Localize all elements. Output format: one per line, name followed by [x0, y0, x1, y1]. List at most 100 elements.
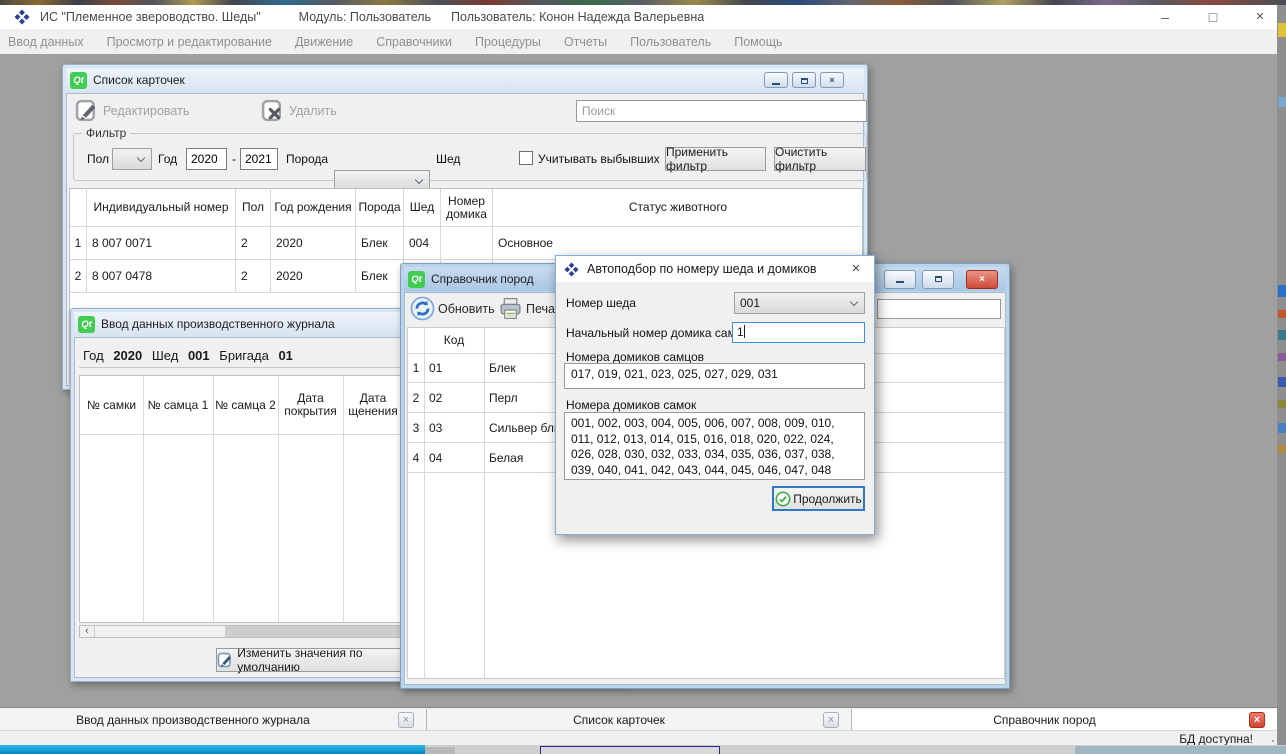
col-header-house[interactable]: Номер домика	[441, 189, 493, 226]
scroll-left-icon[interactable]: ‹	[80, 626, 94, 637]
journal-year-label: Год	[83, 348, 104, 363]
col-header-whelp-date[interactable]: Дата щенения	[343, 376, 403, 434]
menu-view-edit[interactable]: Просмотр и редактирование	[99, 35, 280, 49]
tab-journal[interactable]: Ввод данных производственного журнала ×	[0, 709, 427, 731]
qt-icon: Qt	[78, 316, 95, 333]
include-retired-checkbox[interactable]	[519, 151, 533, 165]
app-maximize-button[interactable]: □	[1198, 5, 1228, 29]
year-dash: -	[232, 152, 236, 166]
menu-directories[interactable]: Справочники	[368, 35, 460, 49]
menu-movement[interactable]: Движение	[287, 35, 361, 49]
shed-label: Шед	[436, 152, 460, 166]
db-status-text: БД доступна!	[1179, 732, 1253, 746]
chevron-down-icon	[850, 298, 858, 306]
dialog-body: Номер шеда 001 Начальный номер домика са…	[556, 282, 874, 534]
journal-year-value: 2020	[113, 348, 142, 363]
female-houses-box[interactable]: 001, 002, 003, 004, 005, 006, 007, 008, …	[564, 412, 865, 480]
change-defaults-button[interactable]: Изменить значения по умолчанию	[216, 648, 422, 672]
menubar: Ввод данных Просмотр и редактирование Дв…	[0, 29, 1277, 54]
card-list-close-button[interactable]: ×	[820, 72, 844, 88]
sex-label: Пол	[87, 152, 109, 166]
menu-procedures[interactable]: Процедуры	[467, 35, 549, 49]
journal-brigade-value: 01	[278, 348, 292, 363]
male-houses-box[interactable]: 017, 019, 021, 023, 025, 027, 029, 031	[564, 363, 865, 389]
breeds-close-button[interactable]: ×	[966, 270, 998, 289]
desktop-edge-right	[1277, 5, 1286, 745]
card-list-minimize-button[interactable]	[764, 72, 788, 88]
year-to-input[interactable]	[240, 148, 278, 170]
year-label: Год	[158, 152, 177, 166]
card-list-title: Список карточек	[93, 73, 185, 87]
col-header-cover-date[interactable]: Дата покрытия	[278, 376, 343, 434]
chevron-down-icon	[137, 154, 145, 162]
apply-filter-button[interactable]: Применить фильтр	[665, 147, 766, 171]
app-module-label: Модуль: Пользователь	[299, 10, 431, 24]
app-minimize-button[interactable]: –	[1150, 5, 1180, 29]
delete-button[interactable]: Удалить	[289, 104, 337, 118]
resize-grip[interactable]	[1272, 740, 1274, 742]
delete-icon	[261, 98, 286, 123]
clear-filter-button[interactable]: Очистить фильтр	[774, 147, 866, 171]
autopick-dialog: Автоподбор по номеру шеда и домиков × Но…	[555, 255, 875, 535]
refresh-button[interactable]: Обновить	[438, 302, 495, 316]
card-list-search-input[interactable]	[576, 100, 867, 122]
start-house-input[interactable]: 1	[732, 322, 865, 343]
tab-close-icon[interactable]: ×	[823, 712, 839, 728]
col-header-shed[interactable]: Шед	[404, 189, 441, 226]
col-header-male2[interactable]: № самца 2	[213, 376, 278, 434]
female-houses-label: Номера домиков самок	[566, 398, 696, 412]
col-header-status[interactable]: Статус животного	[493, 189, 863, 226]
breeds-restore-button[interactable]	[922, 270, 954, 289]
breeds-search-input[interactable]	[877, 299, 1001, 319]
taskbar-fragment	[0, 745, 425, 754]
year-from-input[interactable]	[186, 148, 227, 170]
dialog-title: Автоподбор по номеру шеда и домиков	[587, 262, 817, 276]
journal-shed-label: Шед	[152, 348, 178, 363]
menu-user[interactable]: Пользователь	[622, 35, 719, 49]
tab-close-icon[interactable]: ×	[1249, 712, 1265, 728]
menu-data-entry[interactable]: Ввод данных	[0, 35, 92, 49]
table-header-row: Индивидуальный номер Пол Год рождения По…	[70, 189, 862, 227]
col-header-code[interactable]: Код	[424, 328, 484, 353]
filter-legend: Фильтр	[82, 126, 130, 140]
scrollbar-thumb[interactable]	[95, 626, 225, 637]
breeds-title: Справочник пород	[431, 272, 534, 286]
shed-number-combo[interactable]: 001	[734, 292, 865, 314]
col-header-sex[interactable]: Пол	[236, 189, 271, 226]
edit-button[interactable]: Редактировать	[103, 104, 189, 118]
continue-button[interactable]: Продолжить	[772, 486, 865, 511]
tab-card-list[interactable]: Список карточек ×	[427, 709, 852, 731]
desktop-edge-bottom	[0, 745, 1286, 754]
app-title: ИС "Племенное звероводство. Шеды"	[40, 10, 261, 24]
col-header-breed[interactable]: Порода	[356, 189, 404, 226]
tab-breeds[interactable]: Справочник пород ×	[852, 709, 1277, 731]
statusbar: БД доступна!	[0, 730, 1277, 745]
sex-combo[interactable]	[112, 148, 152, 170]
dialog-close-button[interactable]: ×	[846, 258, 866, 280]
app-user-label: Пользователь: Конон Надежда Валерьевна	[451, 10, 704, 24]
include-retired-label: Учитывать выбывших	[538, 152, 660, 166]
menu-help[interactable]: Помощь	[726, 35, 790, 49]
card-list-titlebar[interactable]: Qt Список карточек ×	[66, 68, 864, 92]
journal-shed-value: 001	[188, 348, 210, 363]
menu-reports[interactable]: Отчеты	[556, 35, 615, 49]
col-header-id[interactable]: Индивидуальный номер	[87, 189, 236, 226]
card-list-restore-button[interactable]	[792, 72, 816, 88]
breeds-minimize-button[interactable]	[884, 270, 916, 289]
printer-icon	[498, 296, 523, 321]
tab-close-icon[interactable]: ×	[398, 712, 414, 728]
app-titlebar: ИС "Племенное звероводство. Шеды" Модуль…	[0, 5, 1277, 29]
col-header-female[interactable]: № самки	[80, 376, 143, 434]
start-house-label: Начальный номер домика самок	[566, 326, 748, 340]
col-header-male1[interactable]: № самца 1	[143, 376, 213, 434]
app-logo-icon	[564, 262, 579, 277]
dialog-titlebar[interactable]: Автоподбор по номеру шеда и домиков ×	[556, 256, 874, 282]
text-caret	[744, 325, 745, 338]
journal-title: Ввод данных производственного журнала	[101, 317, 335, 331]
col-header-birth-year[interactable]: Год рождения	[271, 189, 356, 226]
app-close-button[interactable]: ×	[1245, 5, 1275, 29]
breed-label: Порода	[286, 152, 328, 166]
qt-icon: Qt	[408, 271, 425, 288]
journal-brigade-label: Бригада	[219, 348, 269, 363]
chevron-down-icon	[415, 176, 423, 184]
